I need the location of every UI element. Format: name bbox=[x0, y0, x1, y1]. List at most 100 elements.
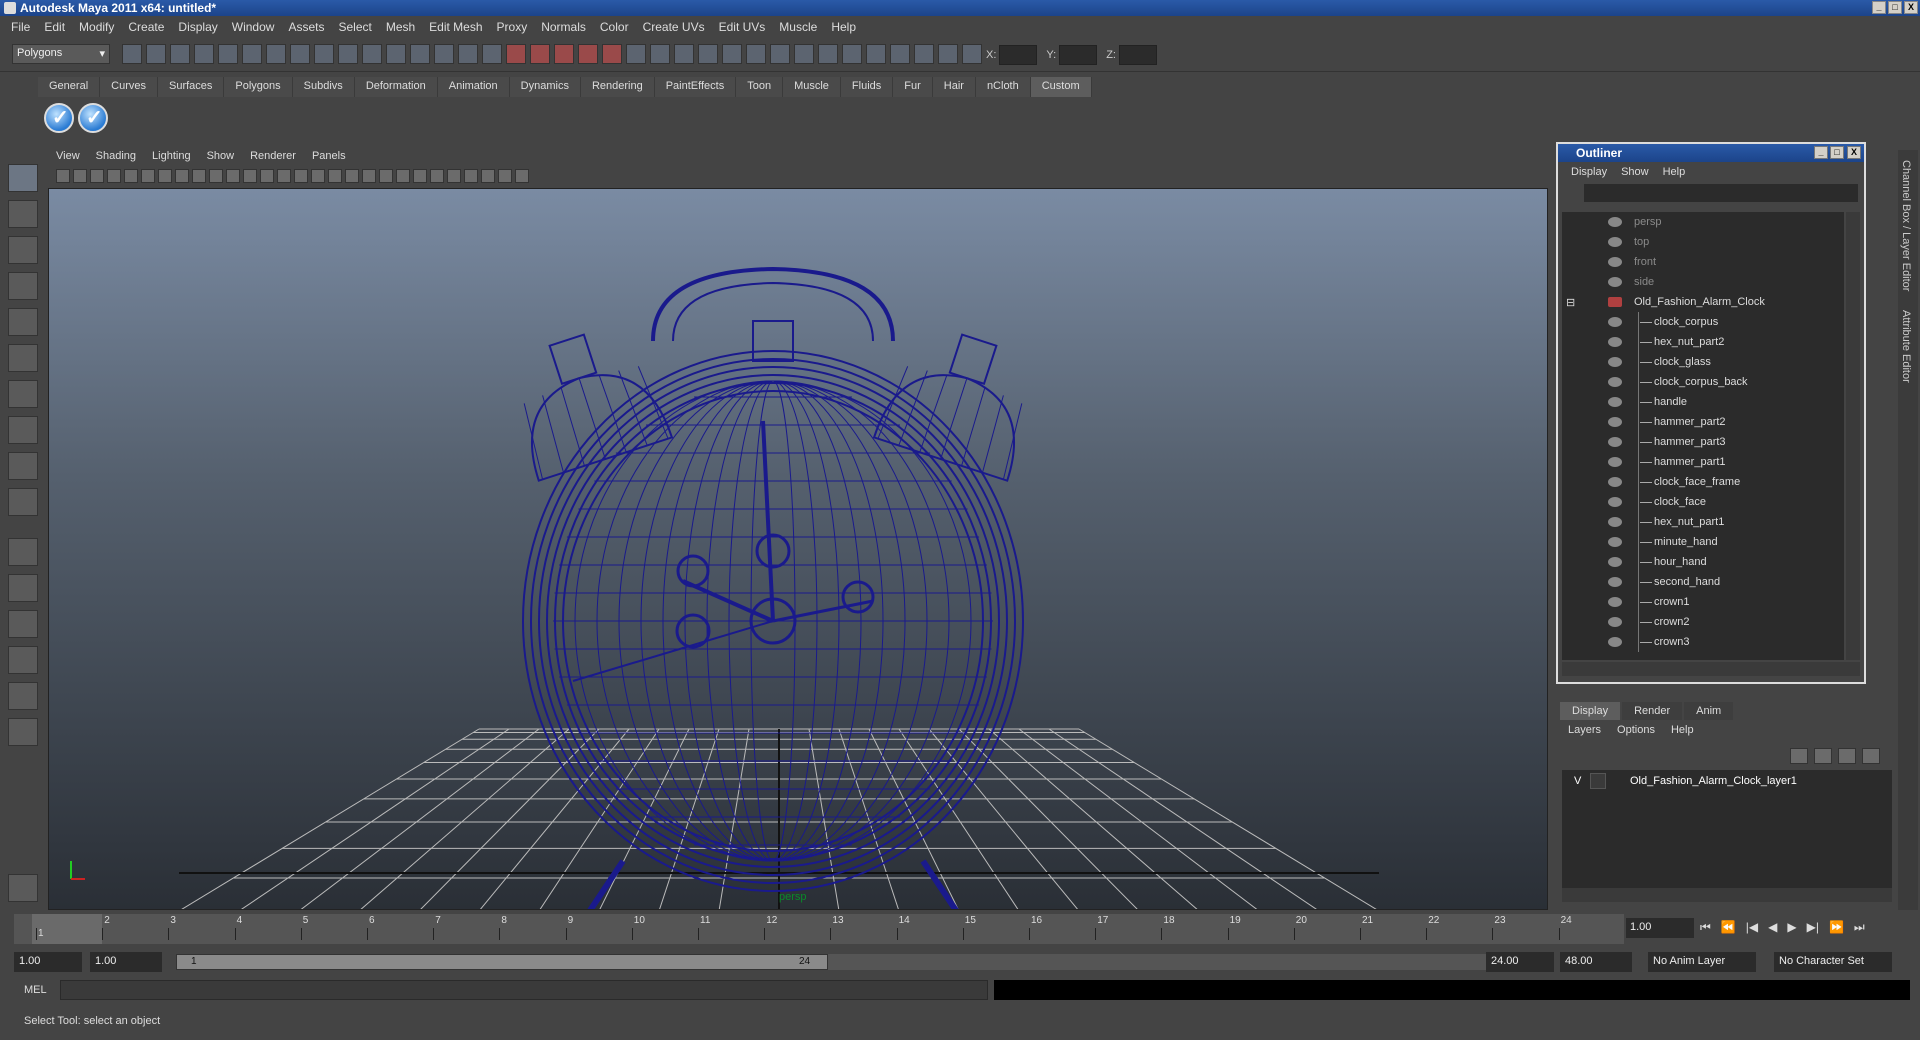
status-tool-icon[interactable] bbox=[266, 44, 286, 64]
status-tool-icon[interactable] bbox=[890, 44, 910, 64]
collapse-icon[interactable]: ⊟ bbox=[1566, 296, 1575, 309]
status-tool-icon[interactable] bbox=[938, 44, 958, 64]
single-pane-layout-icon[interactable] bbox=[8, 538, 38, 566]
script-layout-icon[interactable] bbox=[8, 718, 38, 746]
layer-tab-render[interactable]: Render bbox=[1622, 702, 1683, 720]
status-tool-icon[interactable] bbox=[770, 44, 790, 64]
outliner-mesh-row[interactable]: clock_glass bbox=[1562, 352, 1844, 372]
viewport-menu-shading[interactable]: Shading bbox=[88, 150, 144, 162]
outliner-mesh-row[interactable]: clock_face bbox=[1562, 492, 1844, 512]
lasso-tool-icon[interactable] bbox=[8, 200, 38, 228]
menu-color[interactable]: Color bbox=[593, 20, 636, 34]
layer-visibility-toggle[interactable]: V bbox=[1574, 775, 1581, 787]
status-tool-icon[interactable] bbox=[818, 44, 838, 64]
y-field[interactable] bbox=[1059, 45, 1098, 65]
z-field[interactable] bbox=[1118, 45, 1157, 65]
viewport-toolbar-icon[interactable] bbox=[328, 169, 342, 183]
status-tool-icon[interactable] bbox=[866, 44, 886, 64]
status-tool-icon[interactable] bbox=[122, 44, 142, 64]
status-tool-icon[interactable] bbox=[674, 44, 694, 64]
shelf-check-button-1[interactable] bbox=[44, 103, 74, 133]
manipulator-tool-icon[interactable] bbox=[8, 380, 38, 408]
layer-menu-layers[interactable]: Layers bbox=[1560, 724, 1609, 736]
command-input[interactable] bbox=[60, 980, 988, 1000]
layer-row[interactable]: V Old_Fashion_Alarm_Clock_layer1 bbox=[1562, 770, 1892, 792]
status-tool-icon[interactable] bbox=[578, 44, 598, 64]
viewport-toolbar-icon[interactable] bbox=[345, 169, 359, 183]
shelf-tab-animation[interactable]: Animation bbox=[437, 77, 510, 97]
menu-edit-mesh[interactable]: Edit Mesh bbox=[422, 20, 489, 34]
viewport-menu-renderer[interactable]: Renderer bbox=[242, 150, 304, 162]
viewport-toolbar-icon[interactable] bbox=[209, 169, 223, 183]
viewport-toolbar-icon[interactable] bbox=[158, 169, 172, 183]
outliner-mesh-row[interactable]: hour_hand bbox=[1562, 552, 1844, 572]
go-to-end-icon[interactable]: ⏭ bbox=[1854, 920, 1865, 935]
perspective-viewport[interactable]: persp bbox=[48, 188, 1548, 910]
outliner-mesh-row[interactable]: hex_nut_part1 bbox=[1562, 512, 1844, 532]
select-tool-icon[interactable] bbox=[8, 164, 38, 192]
show-manipulator-icon[interactable] bbox=[8, 452, 38, 480]
layer-tab-anim[interactable]: Anim bbox=[1684, 702, 1734, 720]
shelf-tab-custom[interactable]: Custom bbox=[1030, 77, 1092, 97]
viewport-toolbar-icon[interactable] bbox=[260, 169, 274, 183]
shelf-tab-rendering[interactable]: Rendering bbox=[580, 77, 655, 97]
last-tool-icon[interactable] bbox=[8, 488, 38, 516]
outliner-mesh-row[interactable]: handle bbox=[1562, 392, 1844, 412]
layer-type-toggle[interactable] bbox=[1590, 773, 1606, 789]
menu-modify[interactable]: Modify bbox=[72, 20, 121, 34]
shelf-tab-toon[interactable]: Toon bbox=[736, 77, 784, 97]
shelf-tab-deformation[interactable]: Deformation bbox=[354, 77, 438, 97]
menu-help[interactable]: Help bbox=[824, 20, 863, 34]
outliner-mesh-row[interactable]: hammer_part1 bbox=[1562, 452, 1844, 472]
maximize-button[interactable]: □ bbox=[1888, 1, 1902, 14]
outliner-filter-field[interactable] bbox=[1584, 184, 1858, 202]
outliner-camera-row[interactable]: front bbox=[1562, 252, 1844, 272]
viewport-toolbar-icon[interactable] bbox=[311, 169, 325, 183]
status-tool-icon[interactable] bbox=[746, 44, 766, 64]
viewport-toolbar-icon[interactable] bbox=[413, 169, 427, 183]
viewport-menu-lighting[interactable]: Lighting bbox=[144, 150, 199, 162]
viewport-toolbar-icon[interactable] bbox=[379, 169, 393, 183]
status-tool-icon[interactable] bbox=[554, 44, 574, 64]
viewport-toolbar-icon[interactable] bbox=[141, 169, 155, 183]
shelf-tab-fluids[interactable]: Fluids bbox=[840, 77, 894, 97]
viewport-toolbar-icon[interactable] bbox=[243, 169, 257, 183]
move-tool-icon[interactable] bbox=[8, 272, 38, 300]
outliner-mesh-row[interactable]: clock_face_frame bbox=[1562, 472, 1844, 492]
four-pane-layout-icon[interactable] bbox=[8, 574, 38, 602]
outliner-mesh-row[interactable]: crown2 bbox=[1562, 612, 1844, 632]
play-forwards-icon[interactable]: ▶ bbox=[1787, 920, 1796, 935]
shelf-tab-polygons[interactable]: Polygons bbox=[224, 77, 293, 97]
outliner-mesh-row[interactable]: clock_corpus_back bbox=[1562, 372, 1844, 392]
viewport-toolbar-icon[interactable] bbox=[447, 169, 461, 183]
tool-settings-icon[interactable] bbox=[8, 874, 38, 902]
outliner-horizontal-scrollbar[interactable] bbox=[1562, 662, 1860, 676]
status-tool-icon[interactable] bbox=[722, 44, 742, 64]
viewport-toolbar-icon[interactable] bbox=[515, 169, 529, 183]
move-layer-down-icon[interactable] bbox=[1814, 748, 1832, 764]
outliner-menu-show[interactable]: Show bbox=[1614, 166, 1656, 178]
outliner-layout-icon[interactable] bbox=[8, 610, 38, 638]
character-set-dropdown[interactable]: No Character Set bbox=[1774, 952, 1892, 972]
status-tool-icon[interactable] bbox=[338, 44, 358, 64]
status-tool-icon[interactable] bbox=[794, 44, 814, 64]
viewport-toolbar-icon[interactable] bbox=[73, 169, 87, 183]
shelf-tab-dynamics[interactable]: Dynamics bbox=[509, 77, 581, 97]
status-tool-icon[interactable] bbox=[386, 44, 406, 64]
viewport-toolbar-icon[interactable] bbox=[396, 169, 410, 183]
animation-start-field[interactable]: 1.00 bbox=[14, 952, 82, 972]
graph-layout-icon[interactable] bbox=[8, 646, 38, 674]
minimize-button[interactable]: _ bbox=[1872, 1, 1886, 14]
status-tool-icon[interactable] bbox=[698, 44, 718, 64]
status-tool-icon[interactable] bbox=[434, 44, 454, 64]
outliner-vertical-scrollbar[interactable] bbox=[1846, 212, 1860, 660]
outliner-mesh-row[interactable]: hammer_part2 bbox=[1562, 412, 1844, 432]
status-tool-icon[interactable] bbox=[242, 44, 262, 64]
viewport-toolbar-icon[interactable] bbox=[175, 169, 189, 183]
close-button[interactable]: X bbox=[1904, 1, 1918, 14]
viewport-toolbar-icon[interactable] bbox=[90, 169, 104, 183]
viewport-toolbar-icon[interactable] bbox=[277, 169, 291, 183]
soft-mod-tool-icon[interactable] bbox=[8, 416, 38, 444]
outliner-camera-row[interactable]: top bbox=[1562, 232, 1844, 252]
shelf-tab-surfaces[interactable]: Surfaces bbox=[157, 77, 225, 97]
